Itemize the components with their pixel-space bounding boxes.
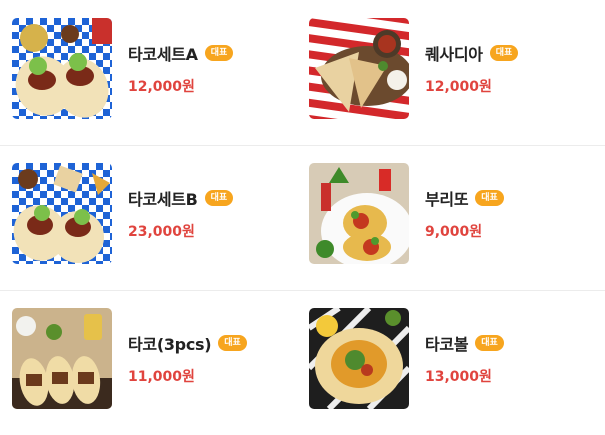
menu-item-title-line: 타코볼 대표 [425,331,504,355]
menu-item-taco-bowl[interactable]: 타코볼 대표 13,000원 [309,308,504,409]
menu-item-price: 13,000원 [425,369,492,385]
menu-row: 타코세트A 대표 12,000원 퀘사디아 대표 12,000원 [0,0,605,145]
menu-item-photo [12,18,112,119]
menu-item-info: 타코볼 대표 13,000원 [425,331,504,386]
menu-item-title-line: 부리또 대표 [425,186,504,210]
menu-item-info: 타코(3pcs) 대표 11,000원 [128,331,247,386]
menu-item-title-line: 타코세트B 대표 [128,186,234,210]
menu-item-title-line: 타코세트A 대표 [128,41,234,65]
menu-item-title-line: 타코(3pcs) 대표 [128,331,247,355]
menu-item-taco-set-a[interactable]: 타코세트A 대표 12,000원 [12,18,234,119]
menu-list: 타코세트A 대표 12,000원 퀘사디아 대표 12,000원 타코세트B 대… [0,0,605,430]
menu-item-name: 퀘사디아 [425,45,483,64]
menu-item-quesadilla[interactable]: 퀘사디아 대표 12,000원 [309,18,519,119]
menu-item-info: 타코세트B 대표 23,000원 [128,186,234,241]
signature-badge: 대표 [475,190,504,206]
menu-item-photo [309,163,409,264]
menu-item-photo [12,163,112,264]
menu-item-photo [309,308,409,409]
signature-badge: 대표 [218,335,247,351]
menu-item-name: 타코세트A [128,45,198,64]
signature-badge: 대표 [489,45,519,61]
menu-item-taco-set-b[interactable]: 타코세트B 대표 23,000원 [12,163,234,264]
menu-item-info: 퀘사디아 대표 12,000원 [425,41,519,96]
menu-item-info: 부리또 대표 9,000원 [425,186,504,241]
menu-item-price: 11,000원 [128,369,195,385]
signature-badge: 대표 [475,335,504,351]
menu-item-burrito[interactable]: 부리또 대표 9,000원 [309,163,504,264]
menu-item-photo [309,18,409,119]
menu-item-taco-3pcs[interactable]: 타코(3pcs) 대표 11,000원 [12,308,247,409]
menu-item-price: 23,000원 [128,224,195,240]
menu-item-price: 9,000원 [425,224,483,240]
menu-item-name: 타코(3pcs) [128,335,212,354]
menu-row: 타코세트B 대표 23,000원 부리또 대표 9,000원 [0,145,605,290]
menu-row: 타코(3pcs) 대표 11,000원 타코볼 대표 13,000원 [0,290,605,435]
menu-item-photo [12,308,112,409]
menu-item-name: 부리또 [425,190,469,209]
menu-item-info: 타코세트A 대표 12,000원 [128,41,234,96]
signature-badge: 대표 [204,190,234,206]
menu-item-price: 12,000원 [128,79,195,95]
menu-item-title-line: 퀘사디아 대표 [425,41,519,65]
signature-badge: 대표 [204,45,234,61]
menu-item-price: 12,000원 [425,79,492,95]
menu-item-name: 타코세트B [128,190,198,209]
menu-item-name: 타코볼 [425,335,469,354]
